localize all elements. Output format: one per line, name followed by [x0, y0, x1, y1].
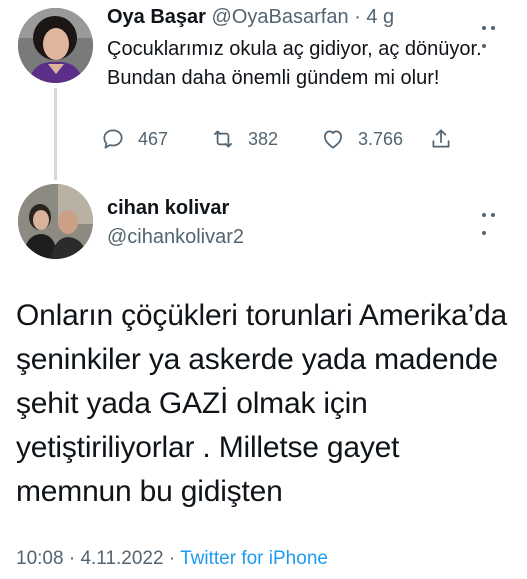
tweet-footer: 10:08 · 4.11.2022 · Twitter for iPhone — [16, 548, 328, 570]
retweet-count: 382 — [248, 128, 279, 149]
reply-button[interactable]: 467 — [100, 124, 168, 154]
thread-line — [54, 88, 57, 180]
separator: · — [68, 548, 76, 569]
tweet-text: Çocuklarımız okula aç gidiyor, aç dönüyo… — [107, 38, 482, 89]
display-name[interactable]: Oya Başar — [107, 6, 206, 28]
tweet-thread-view: Oya Başar @OyaBasarfan · 4 g Çocuklarımı… — [0, 0, 527, 579]
reply-icon — [103, 129, 123, 149]
tweet-time[interactable]: 10:08 — [16, 548, 64, 569]
handle[interactable]: @OyaBasarfan — [212, 6, 349, 28]
tweet-source-link[interactable]: Twitter for iPhone — [180, 548, 328, 569]
separator: · — [168, 548, 176, 569]
avatar[interactable] — [18, 8, 93, 83]
retweet-icon — [214, 130, 232, 148]
tweet-text: Onların çöçükleri torunlari Amerika’da ş… — [16, 299, 507, 508]
avatar-photo-cihan — [18, 184, 93, 259]
share-icon — [432, 129, 450, 148]
avatar-photo-oya — [18, 8, 93, 83]
like-icon — [324, 130, 342, 149]
parent-tweet-header: Oya Başar @OyaBasarfan · 4 g — [107, 6, 394, 29]
tweet-age[interactable]: 4 g — [366, 6, 394, 28]
more-icon[interactable] — [482, 204, 508, 235]
tweet-actions: 467 382 3.766 — [100, 124, 470, 154]
separator: · — [354, 6, 361, 28]
avatar[interactable] — [18, 184, 93, 259]
handle[interactable]: @cihankolivar2 — [107, 226, 244, 249]
display-name[interactable]: cihan kolivar — [107, 197, 229, 220]
tweet-date[interactable]: 4.11.2022 — [80, 548, 163, 569]
more-icon[interactable] — [482, 17, 508, 48]
share-button[interactable] — [428, 124, 466, 154]
retweet-button[interactable]: 382 — [210, 124, 278, 154]
parent-tweet[interactable]: Oya Başar @OyaBasarfan · 4 g Çocuklarımı… — [0, 0, 527, 180]
like-count: 3.766 — [358, 128, 404, 149]
like-button[interactable]: 3.766 — [320, 124, 403, 154]
reply-count: 467 — [138, 128, 169, 149]
